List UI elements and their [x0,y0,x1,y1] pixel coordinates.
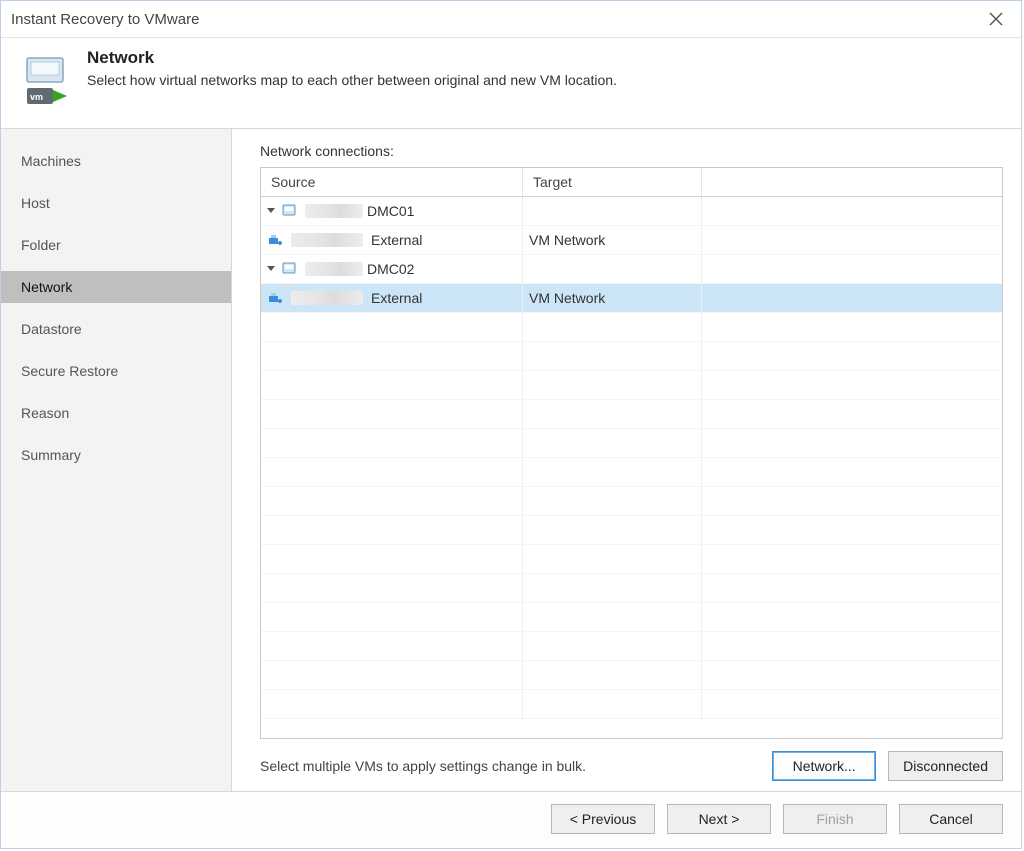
expand-toggle[interactable] [267,265,277,273]
table-row-empty [261,458,1002,487]
chevron-down-icon [267,207,275,215]
source-cell: External [261,284,523,312]
network-connections-table: Source Target [260,167,1003,739]
finish-button[interactable]: Finish [783,804,887,834]
table-header: Source Target [261,168,1002,197]
sidebar-item-network[interactable]: Network [1,271,231,303]
table-row-empty [261,603,1002,632]
table-row-empty [261,632,1002,661]
chevron-down-icon [267,265,275,273]
redacted-name [291,233,363,247]
vm-name-suffix: DMC01 [367,203,414,219]
sidebar-item-secure-restore[interactable]: Secure Restore [1,355,231,387]
previous-button[interactable]: < Previous [551,804,655,834]
sidebar-item-reason[interactable]: Reason [1,397,231,429]
table-row[interactable]: DMC02 [261,255,1002,284]
header-icon: vm [21,54,69,110]
network-button[interactable]: Network... [772,751,876,781]
page-heading: Network [87,48,617,68]
source-cell: DMC01 [261,197,523,225]
col-target[interactable]: Target [523,168,702,196]
vmware-recovery-icon: vm [21,54,69,110]
network-name: External [371,290,422,306]
table-row-empty [261,342,1002,371]
sidebar-item-folder[interactable]: Folder [1,229,231,261]
expand-toggle[interactable] [267,207,277,215]
network-adapter-icon [267,290,283,306]
table-row-empty [261,574,1002,603]
titlebar: Instant Recovery to VMware [1,1,1021,38]
sidebar-item-summary[interactable]: Summary [1,439,231,471]
table-row-empty [261,400,1002,429]
table-body: DMC01 External [261,197,1002,738]
wizard-nav: < Previous Next > Finish Cancel [1,791,1021,848]
sidebar-item-datastore[interactable]: Datastore [1,313,231,345]
wizard-window: Instant Recovery to VMware vm Network Se… [0,0,1022,849]
close-icon [989,12,1003,26]
sidebar-item-machines[interactable]: Machines [1,145,231,177]
table-row-empty [261,516,1002,545]
content-footer: Select multiple VMs to apply settings ch… [260,751,1003,781]
redacted-name [291,291,363,305]
redacted-name [305,204,363,218]
content-panel: Network connections: Source Target [232,129,1021,791]
table-row-empty [261,313,1002,342]
cancel-button[interactable]: Cancel [899,804,1003,834]
redacted-name [305,262,363,276]
target-cell [523,197,702,225]
table-row-empty [261,690,1002,719]
table-row-empty [261,429,1002,458]
table-row-empty [261,371,1002,400]
col-source[interactable]: Source [261,168,523,196]
bulk-hint-text: Select multiple VMs to apply settings ch… [260,758,760,774]
vm-name-suffix: DMC02 [367,261,414,277]
source-cell: External [261,226,523,254]
table-row-empty [261,487,1002,516]
target-cell [523,255,702,283]
wizard-steps: Machines Host Folder Network Datastore S… [1,129,232,791]
table-label: Network connections: [260,143,1003,159]
page-subheading: Select how virtual networks map to each … [87,72,617,88]
vm-icon [281,261,297,277]
table-row-empty [261,545,1002,574]
next-button[interactable]: Next > [667,804,771,834]
table-row[interactable]: External VM Network [261,226,1002,255]
col-spare [702,168,1002,196]
close-button[interactable] [981,8,1011,30]
table-row-empty [261,661,1002,690]
wizard-header: vm Network Select how virtual networks m… [1,38,1021,129]
source-cell: DMC02 [261,255,523,283]
table-row[interactable]: DMC01 [261,197,1002,226]
svg-text:vm: vm [30,92,43,102]
window-title: Instant Recovery to VMware [11,11,981,28]
vm-icon [281,203,297,219]
sidebar-item-host[interactable]: Host [1,187,231,219]
target-cell: VM Network [523,284,702,312]
network-name: External [371,232,422,248]
table-row[interactable]: External VM Network [261,284,1002,313]
disconnected-button[interactable]: Disconnected [888,751,1003,781]
wizard-body: Machines Host Folder Network Datastore S… [1,129,1021,791]
target-cell: VM Network [523,226,702,254]
network-adapter-icon [267,232,283,248]
